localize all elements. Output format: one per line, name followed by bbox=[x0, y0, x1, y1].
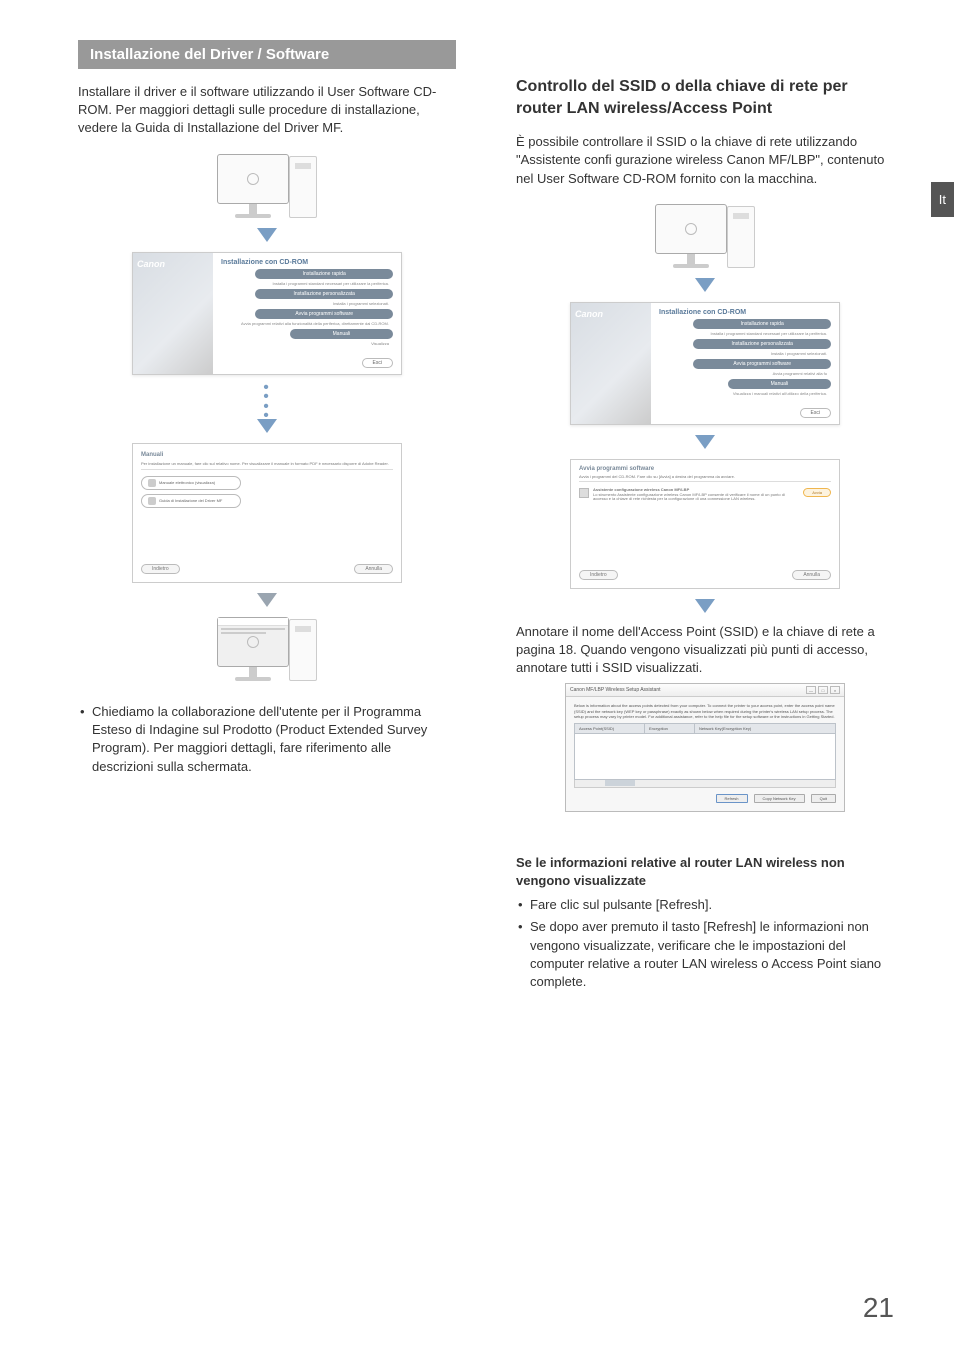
cd-dialog-title: Installazione con CD-ROM bbox=[659, 309, 831, 316]
wlan-desc: Below is information about the access po… bbox=[574, 703, 836, 719]
avvia-button[interactable]: Avvia bbox=[803, 488, 831, 497]
quick-install-sub: Installa i programmi standard necessari … bbox=[659, 331, 831, 336]
install-intro: Installare il driver e il software utili… bbox=[78, 83, 456, 138]
troubleshoot-bullet-1: Fare clic sul pulsante [Refresh]. bbox=[518, 896, 894, 914]
ssid-list-header: Access Point(SSID) Encryption Network Ke… bbox=[574, 723, 836, 734]
arrow-icon bbox=[257, 228, 277, 242]
cancel-button[interactable]: Annulla bbox=[354, 564, 393, 574]
install-cd-dialog-2: Canon Installazione con CD-ROM Installaz… bbox=[570, 302, 840, 425]
wireless-assistant-window: Canon MF/LBP Wireless Setup Assistant — … bbox=[565, 683, 845, 812]
cancel-button[interactable]: Annulla bbox=[792, 570, 831, 580]
start-software-button[interactable]: Avvia programmi software bbox=[693, 359, 831, 369]
computer-illustration-3 bbox=[645, 204, 765, 268]
start-software-button[interactable]: Avvia programmi software bbox=[255, 309, 393, 319]
sw-dialog-title: Avvia programmi software bbox=[579, 466, 831, 472]
troubleshoot-bullet-2: Se dopo aver premuto il tasto [Refresh] … bbox=[518, 918, 894, 991]
custom-install-button[interactable]: Installazione personalizzata bbox=[255, 289, 393, 299]
manuals-dialog: Manuali Per installazione un manuale, fa… bbox=[132, 443, 402, 583]
custom-install-sub: Installa i programmi selezionati. bbox=[221, 301, 393, 306]
horizontal-scrollbar[interactable] bbox=[574, 780, 836, 788]
sw-dialog-sub: Avvia i programmi del CD-ROM. Fare clic … bbox=[579, 474, 831, 482]
arrow-icon bbox=[695, 278, 715, 292]
canon-logo: Canon bbox=[137, 259, 165, 269]
start-software-dialog: Avvia programmi software Avvia i program… bbox=[570, 459, 840, 589]
quit-button[interactable]: Quit bbox=[811, 794, 836, 803]
annotate-text: Annotare il nome dell'Access Point (SSID… bbox=[516, 623, 894, 678]
install-cd-dialog: Canon Installazione con CD-ROM Installaz… bbox=[132, 252, 402, 375]
dots-icon: •••• bbox=[78, 383, 456, 421]
manuals-title: Manuali bbox=[141, 452, 393, 458]
cd-dialog-title: Installazione con CD-ROM bbox=[221, 259, 393, 266]
wireless-assistant-icon bbox=[579, 488, 589, 498]
arrow-icon bbox=[695, 599, 715, 613]
copy-key-button[interactable]: Copy Network Key bbox=[754, 794, 805, 803]
quick-install-button[interactable]: Installazione rapida bbox=[255, 269, 393, 279]
ssid-heading: Controllo del SSID o della chiave di ret… bbox=[516, 76, 894, 119]
arrow-icon bbox=[695, 435, 715, 449]
custom-install-sub: Installa i programmi selezionati. bbox=[659, 351, 831, 356]
section-header-install: Installazione del Driver / Software bbox=[78, 40, 456, 69]
sw-item-desc: Lo strumento Assistente configurazione w… bbox=[593, 493, 799, 503]
page-number: 21 bbox=[863, 1292, 894, 1324]
manuals-button[interactable]: Manuali bbox=[728, 379, 831, 389]
manuals-sub: Per installazione un manuale, fare clic … bbox=[141, 461, 393, 470]
computer-illustration-1 bbox=[207, 154, 327, 218]
exit-button[interactable]: Esci bbox=[800, 408, 831, 418]
minimize-button[interactable]: — bbox=[806, 686, 816, 694]
manuals-sub: Visualizza bbox=[221, 341, 393, 346]
troubleshoot-heading: Se le informazioni relative al router LA… bbox=[516, 854, 894, 890]
maximize-button[interactable]: □ bbox=[818, 686, 828, 694]
manual-item-1[interactable]: Manuale elettronico (visualizza) bbox=[141, 476, 241, 490]
manual-item-2[interactable]: Guida di Installazione del Driver MF bbox=[141, 494, 241, 508]
arrow-icon bbox=[257, 593, 277, 607]
ssid-list[interactable] bbox=[574, 734, 836, 780]
survey-bullet: Chiediamo la collaborazione dell'utente … bbox=[80, 703, 456, 776]
back-button[interactable]: Indietro bbox=[579, 570, 618, 580]
quick-install-button[interactable]: Installazione rapida bbox=[693, 319, 831, 329]
exit-button[interactable]: Esci bbox=[362, 358, 393, 368]
custom-install-button[interactable]: Installazione personalizzata bbox=[693, 339, 831, 349]
manuals-button[interactable]: Manuali bbox=[290, 329, 393, 339]
manuals-sub: Visualizza i manuali relativi all'utiliz… bbox=[659, 391, 831, 396]
computer-illustration-2 bbox=[207, 617, 327, 681]
quick-install-sub: Installa i programmi standard necessari … bbox=[221, 281, 393, 286]
close-button[interactable]: × bbox=[830, 686, 840, 694]
ssid-intro: È possibile controllare il SSID o la chi… bbox=[516, 133, 894, 188]
refresh-button[interactable]: Refresh bbox=[716, 794, 748, 803]
start-software-sub: Avvia programmi relativi alla fu bbox=[659, 371, 831, 376]
canon-logo: Canon bbox=[575, 309, 603, 319]
start-software-sub: Avvia programmi relativi alla funzionali… bbox=[221, 321, 393, 326]
language-tab: It bbox=[931, 182, 954, 217]
window-caption: Canon MF/LBP Wireless Setup Assistant bbox=[570, 687, 661, 693]
back-button[interactable]: Indietro bbox=[141, 564, 180, 574]
